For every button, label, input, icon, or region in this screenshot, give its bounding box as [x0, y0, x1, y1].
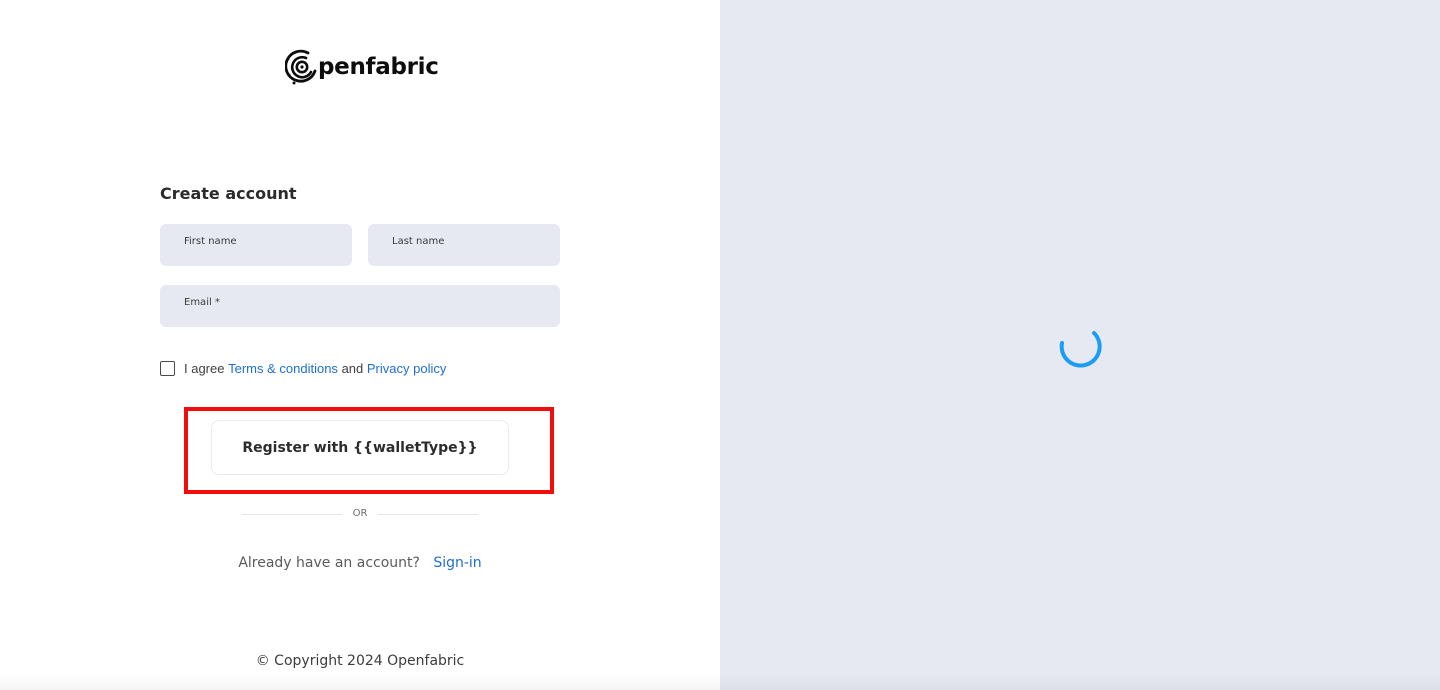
signin-prompt-row: Already have an account? Sign-in — [0, 555, 720, 571]
signin-prompt: Already have an account? — [238, 555, 420, 571]
terms-link[interactable]: Terms & conditions — [228, 361, 338, 376]
first-name-field[interactable]: First name — [160, 224, 352, 266]
openfabric-logo-icon — [284, 45, 319, 89]
first-name-input[interactable] — [184, 246, 340, 262]
brand-name: penfabric — [318, 54, 439, 80]
terms-agreement: I agree Terms & conditions and Privacy p… — [160, 360, 446, 376]
or-separator: OR — [352, 508, 368, 519]
agree-conjunction: and — [341, 360, 364, 376]
privacy-link[interactable]: Privacy policy — [367, 361, 446, 376]
agree-checkbox[interactable] — [160, 360, 175, 376]
email-field[interactable]: Email * — [160, 285, 560, 327]
page-title: Create account — [160, 184, 297, 203]
last-name-input[interactable] — [392, 246, 548, 262]
divider-left — [242, 514, 342, 515]
openfabric-logo[interactable]: penfabric — [284, 44, 439, 90]
last-name-field[interactable]: Last name — [368, 224, 560, 266]
registration-panel: penfabric Create account First name Last… — [0, 0, 720, 690]
agree-prefix: I agree — [184, 360, 225, 376]
copyright-footer: © Copyright 2024 Openfabric — [255, 653, 465, 669]
register-button[interactable]: Register with {{walletType}} — [211, 420, 509, 475]
signin-link[interactable]: Sign-in — [433, 555, 481, 571]
email-input[interactable] — [184, 307, 548, 323]
loading-spinner-icon — [1055, 323, 1105, 373]
divider-right — [378, 514, 478, 515]
